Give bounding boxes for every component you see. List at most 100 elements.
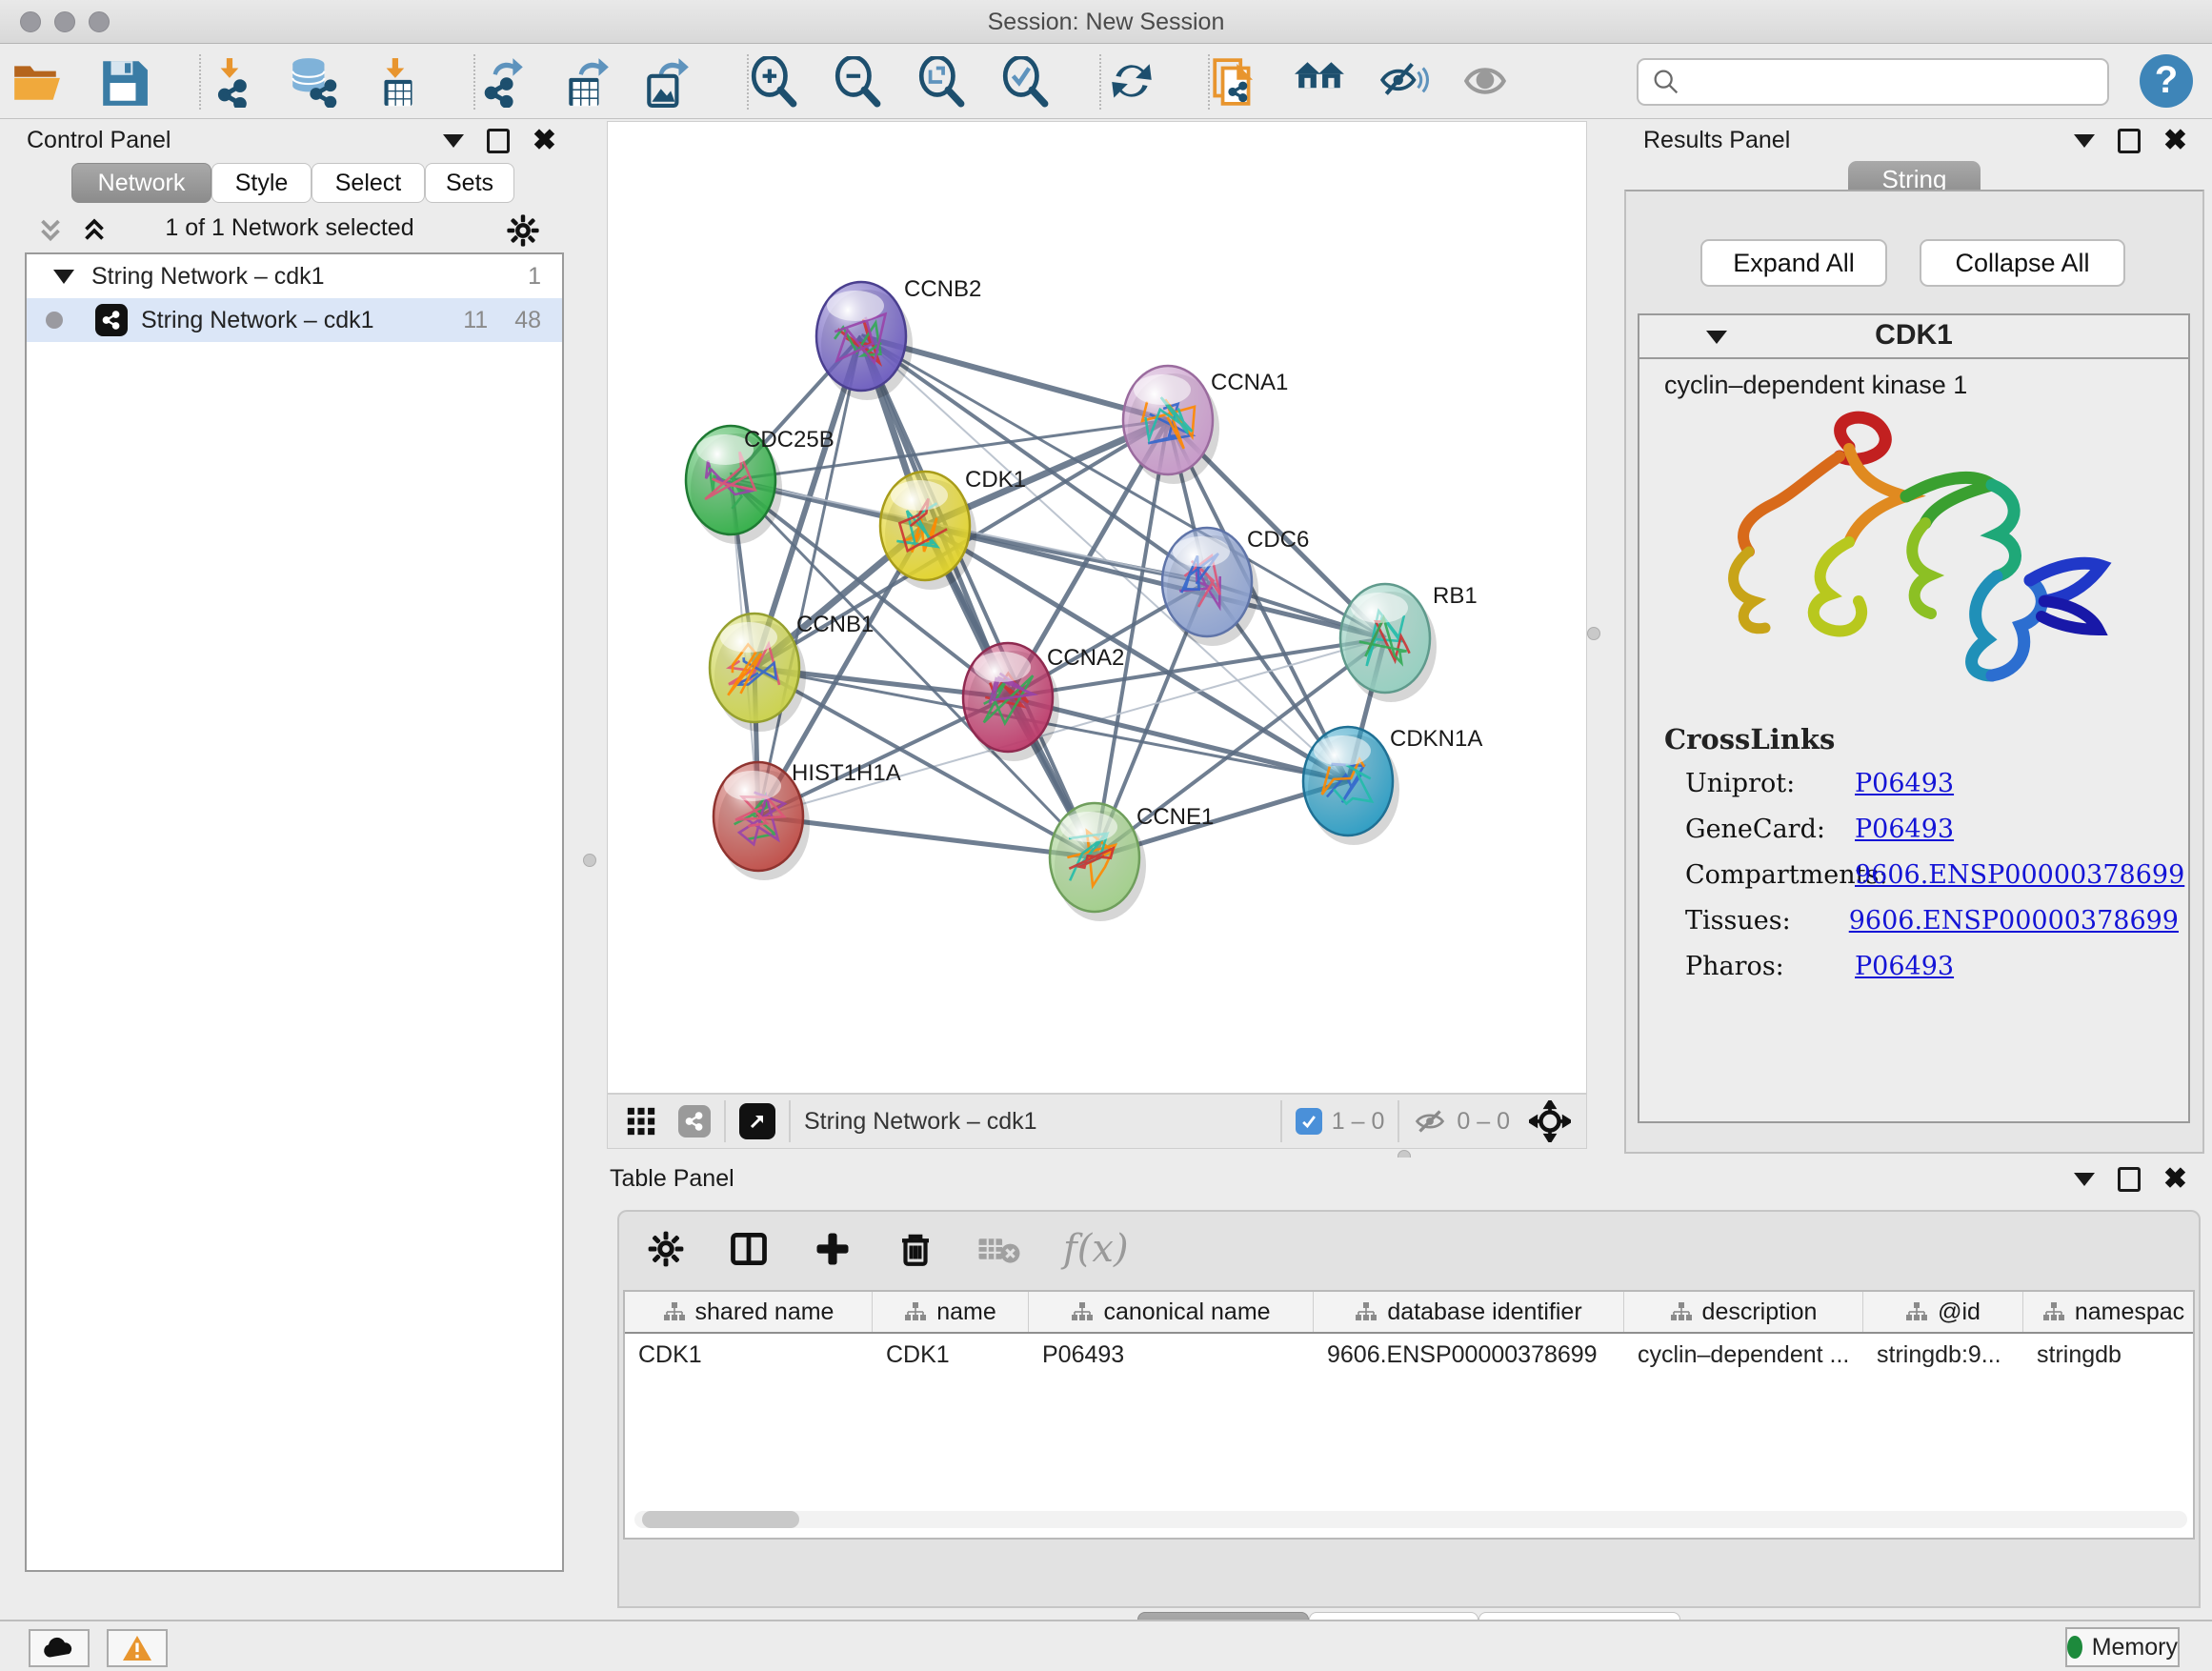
memory-button[interactable]: Memory [2065,1627,2180,1667]
node-label-CDKN1A: CDKN1A [1390,726,1482,752]
table-cell[interactable]: 9606.ENSP00000378699 [1314,1334,1624,1376]
edge-CCNB2-HIST1H1A[interactable] [758,336,861,816]
crosslinks-title: CrossLinks [1664,723,2179,755]
table-horizontal-scrollbar[interactable] [634,1511,2187,1528]
float-panel-icon[interactable] [2118,129,2141,153]
node-label-HIST1H1A: HIST1H1A [792,760,901,786]
table-options-gear-icon[interactable] [646,1229,686,1269]
table-cell[interactable]: CDK1 [625,1334,873,1376]
tab-select[interactable]: Select [312,163,425,203]
panel-menu-icon[interactable] [2074,1173,2095,1186]
node-HIST1H1A[interactable]: HIST1H1A [714,760,901,880]
eye-slash-button[interactable] [1375,52,1434,111]
hierarchy-icon [1071,1301,1094,1322]
node-table[interactable]: shared name name canonical name database… [623,1290,2195,1540]
table-cell[interactable]: stringdb [2023,1334,2195,1376]
import-network-button[interactable] [201,52,260,111]
panel-menu-icon[interactable] [443,134,464,148]
crosslink-link[interactable]: P06493 [1855,815,1954,844]
refresh-button[interactable] [1102,52,1161,111]
zoom-selected-button[interactable] [995,52,1055,111]
crosslink-link[interactable]: P06493 [1855,769,1954,798]
export-table-button[interactable] [557,52,616,111]
crosslink-link[interactable]: 9606.ENSP00000378699 [1849,906,2179,936]
close-panel-icon[interactable]: ✖ [2163,129,2187,153]
selected-checkbox-icon[interactable] [1296,1108,1322,1135]
houses-icon [1295,56,1346,108]
save-session-button[interactable] [94,52,153,111]
node-CCNB2[interactable]: CCNB2 [816,276,981,400]
column-header-name[interactable]: name [873,1292,1029,1332]
node-CCNB1[interactable]: CCNB1 [710,612,874,732]
network-collection-row[interactable]: String Network – cdk1 1 [27,254,562,298]
table-row[interactable]: CDK1CDK1P064939606.ENSP00000378699cyclin… [625,1334,2193,1376]
copy-document-button[interactable] [1205,52,1264,111]
table-cell[interactable]: P06493 [1029,1334,1314,1376]
delete-column-icon[interactable] [895,1229,935,1269]
fit-content-crosshair-icon[interactable] [1529,1100,1571,1142]
collapse-all-button[interactable]: Collapse All [1920,239,2125,287]
tab-style[interactable]: Style [211,163,312,203]
right-splitter-handle[interactable] [1587,627,1600,640]
edge-CDK1-RB1[interactable] [925,526,1385,638]
node-CDC6[interactable]: CDC6 [1162,527,1309,646]
crosslink-label: Tissues: [1664,906,1849,936]
network-graph[interactable]: CCNB2CCNA1CDC25BCDK1CDC6RB1CCNB1CCNA2CDK… [608,122,1586,1093]
column-header--id[interactable]: @id [1863,1292,2023,1332]
expand-all-button[interactable]: Expand All [1700,239,1887,287]
node-RB1[interactable]: RB1 [1340,583,1478,702]
show-columns-icon[interactable] [728,1228,770,1270]
zoom-fit-button[interactable] [912,52,971,111]
main-toolbar: ? [0,45,2212,119]
network-canvas[interactable]: CCNB2CCNA1CDC25BCDK1CDC6RB1CCNB1CCNA2CDK… [607,121,1587,1094]
node-CCNE1[interactable]: CCNE1 [1050,803,1214,921]
scrollbar-thumb[interactable] [642,1511,799,1528]
crosslink-label: Pharos: [1664,952,1855,981]
open-in-new-window-icon[interactable] [739,1103,775,1139]
table-cell[interactable]: cyclin–dependent ... [1624,1334,1863,1376]
float-panel-icon[interactable] [2118,1167,2141,1192]
hierarchy-icon [1355,1301,1377,1322]
left-splitter-handle[interactable] [583,854,596,867]
network-options-gear-icon[interactable] [505,212,541,249]
column-header-description[interactable]: description [1624,1292,1863,1332]
warnings-button[interactable] [107,1629,168,1667]
node-CCNA1[interactable]: CCNA1 [1123,366,1288,484]
open-file-button[interactable] [7,52,66,111]
node-CCNA2[interactable]: CCNA2 [963,643,1124,761]
houses-button[interactable] [1291,52,1350,111]
column-header-shared-name[interactable]: shared name [625,1292,873,1332]
column-header-namespac[interactable]: namespac [2023,1292,2195,1332]
close-panel-icon[interactable]: ✖ [533,129,556,153]
eye-button[interactable] [1457,52,1516,111]
export-image-button[interactable] [637,52,696,111]
crosslink-link[interactable]: P06493 [1855,952,1954,981]
crosslink-link[interactable]: 9606.ENSP00000378699 [1855,860,2184,890]
window-title: Session: New Session [0,9,2212,36]
close-panel-icon[interactable]: ✖ [2163,1167,2187,1192]
toolbar-separator [1208,54,1210,110]
table-cell[interactable]: stringdb:9... [1863,1334,2023,1376]
help-icon[interactable]: ? [2140,54,2193,108]
export-network-button[interactable] [473,52,533,111]
column-header-database-identifier[interactable]: database identifier [1314,1292,1624,1332]
network-row[interactable]: String Network – cdk1 11 48 [27,298,562,342]
import-table-button[interactable] [369,52,428,111]
column-header-canonical-name[interactable]: canonical name [1029,1292,1314,1332]
add-column-icon[interactable] [812,1228,854,1270]
zoom-out-button[interactable] [828,52,887,111]
tab-network[interactable]: Network [71,163,211,203]
float-panel-icon[interactable] [487,129,510,153]
panel-menu-icon[interactable] [2074,134,2095,148]
search-input[interactable] [1690,69,2107,95]
table-cell[interactable]: CDK1 [873,1334,1029,1376]
zoom-in-button[interactable] [744,52,803,111]
import-database-button[interactable] [283,52,342,111]
birds-eye-share-icon[interactable] [678,1105,711,1137]
cloud-button[interactable] [29,1629,90,1667]
tab-sets[interactable]: Sets [425,163,514,203]
node-CDKN1A[interactable]: CDKN1A [1303,726,1482,845]
protein-section: CDK1 cyclin–dependent kinase 1 [1638,313,2190,1123]
collection-expand-icon[interactable] [53,270,74,284]
grid-view-icon[interactable] [625,1105,657,1137]
